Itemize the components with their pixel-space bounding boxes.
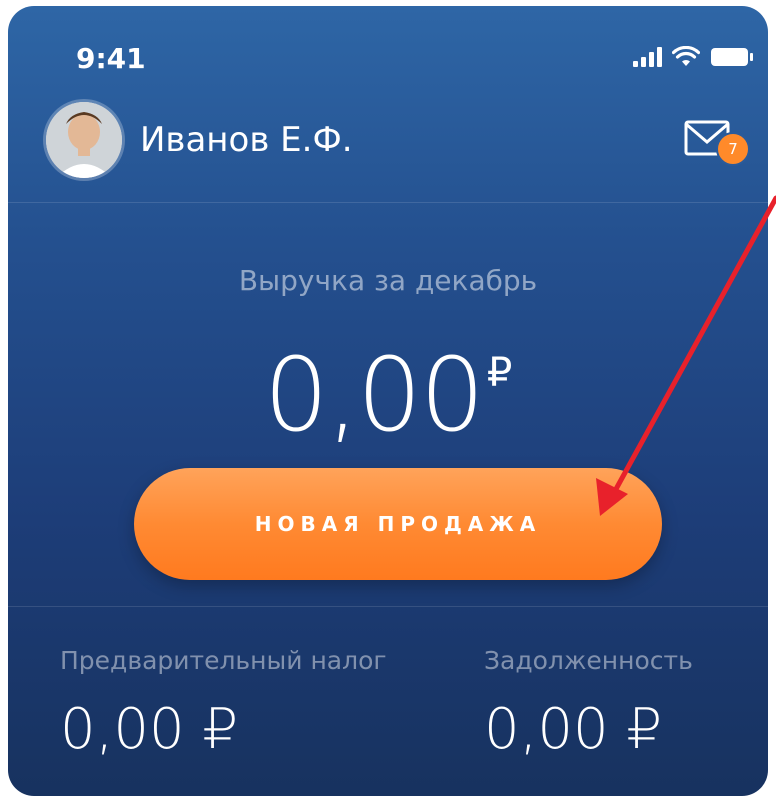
status-bar: 9:41 (8, 6, 768, 96)
mail-badge: 7 (716, 132, 750, 166)
debt-stat: Задолженность 0,00 ₽ (484, 646, 693, 762)
tax-value: 0,00 ₽ (60, 697, 239, 762)
signal-icon (633, 47, 662, 67)
revenue-value: 0,00 ₽ (8, 336, 768, 455)
status-time: 9:41 (76, 42, 146, 75)
new-sale-button[interactable]: НОВАЯ ПРОДАЖА (134, 468, 662, 580)
status-icons (633, 46, 754, 68)
wifi-icon (672, 46, 700, 66)
debt-label: Задолженность (484, 646, 693, 675)
profile-header: Иванов Е.Ф. 7 (8, 96, 768, 203)
app-screen: 9:41 Иванов Е.Ф. 7 Выручка за декабрь 0,… (8, 6, 768, 796)
revenue-label: Выручка за декабрь (238, 264, 538, 297)
revenue-currency: ₽ (486, 350, 513, 396)
revenue-amount: 0,00 (263, 336, 485, 455)
mail-button[interactable]: 7 (684, 116, 754, 172)
battery-icon (711, 48, 753, 66)
debt-value: 0,00 ₽ (484, 697, 663, 762)
divider (8, 606, 768, 607)
user-name: Иванов Е.Ф. (140, 120, 353, 160)
tax-stat: Предварительный налог 0,00 ₽ (60, 646, 387, 762)
tax-label: Предварительный налог (60, 646, 387, 675)
avatar[interactable] (46, 102, 122, 178)
